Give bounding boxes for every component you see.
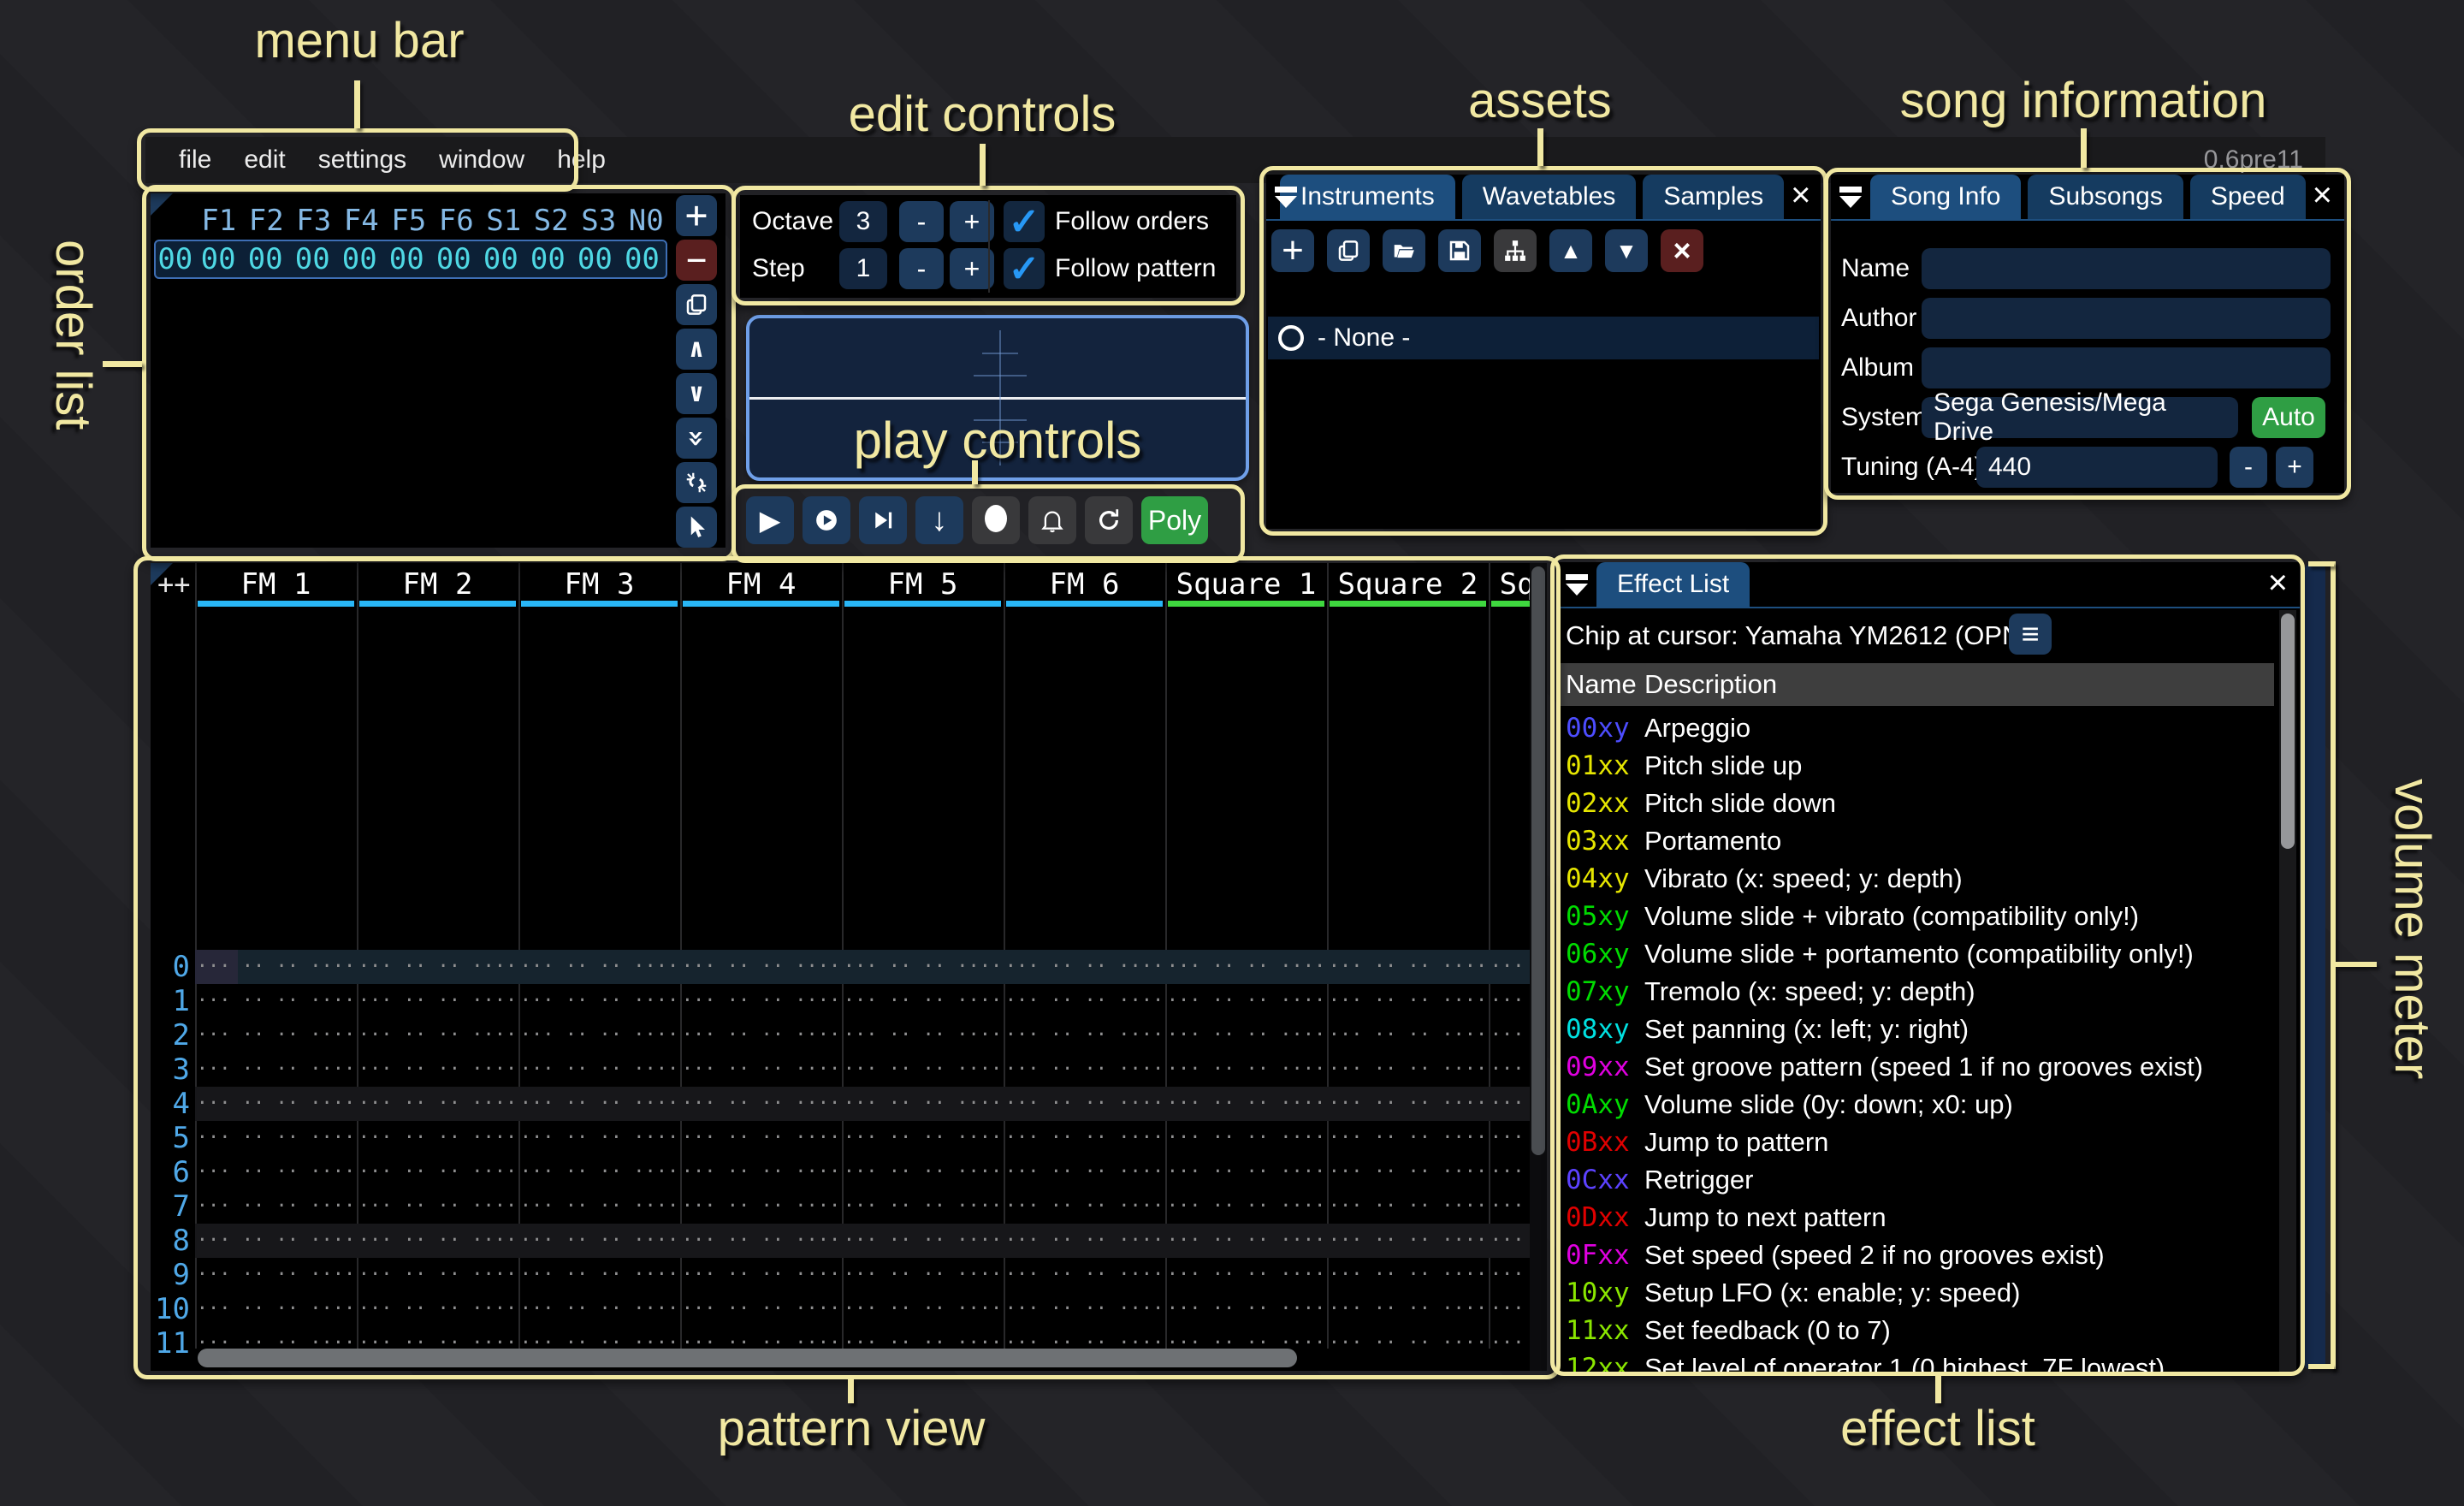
annotation-order-list-box bbox=[142, 185, 736, 561]
annotation-assets-box bbox=[1259, 166, 1827, 536]
oscilloscope: play controls bbox=[746, 315, 1249, 481]
annotation-order-list-label: order list bbox=[44, 240, 102, 430]
annotation-menu-bar-label: menu bar bbox=[254, 12, 464, 69]
annotation-leader-line bbox=[972, 460, 978, 484]
annotation-assets-label: assets bbox=[1468, 72, 1612, 129]
annotation-leader-line bbox=[103, 361, 142, 367]
annotation-menu-bar-box bbox=[137, 128, 578, 192]
annotation-volume-meter-bracket bbox=[2308, 1364, 2334, 1369]
annotation-play-buttons-box bbox=[732, 484, 1245, 563]
screenshot-root: fileeditsettingswindowhelp 0.6pre11 F1F2… bbox=[0, 0, 2464, 1506]
annotation-play-controls-label: play controls bbox=[854, 411, 1142, 470]
annotation-song-information-label: song information bbox=[1900, 72, 2267, 129]
annotation-song-info-box bbox=[1824, 168, 2351, 500]
annotation-pattern-view-label: pattern view bbox=[718, 1400, 986, 1457]
oscilloscope-tick bbox=[974, 375, 1027, 376]
annotation-volume-meter-label: volume meter bbox=[2384, 779, 2441, 1079]
annotation-leader-line bbox=[1537, 128, 1543, 166]
annotation-volume-meter-bracket bbox=[2336, 962, 2377, 967]
annotation-leader-line bbox=[2081, 128, 2087, 168]
annotation-effect-list-label: effect list bbox=[1840, 1400, 2035, 1457]
oscilloscope-tick bbox=[982, 353, 1018, 354]
oscilloscope-baseline bbox=[749, 397, 1246, 400]
annotation-effect-list-box bbox=[1550, 554, 2305, 1376]
annotation-pattern-view-box bbox=[133, 556, 1561, 1379]
annotation-leader-line bbox=[848, 1379, 854, 1403]
annotation-edit-controls-box bbox=[732, 186, 1245, 305]
annotation-leader-line bbox=[1935, 1376, 1941, 1403]
annotation-volume-meter-bracket bbox=[2308, 561, 2334, 566]
annotation-leader-line bbox=[354, 80, 360, 128]
annotation-leader-line bbox=[980, 144, 986, 186]
annotation-edit-controls-label: edit controls bbox=[849, 86, 1116, 143]
volume-meter bbox=[2305, 565, 2325, 1369]
